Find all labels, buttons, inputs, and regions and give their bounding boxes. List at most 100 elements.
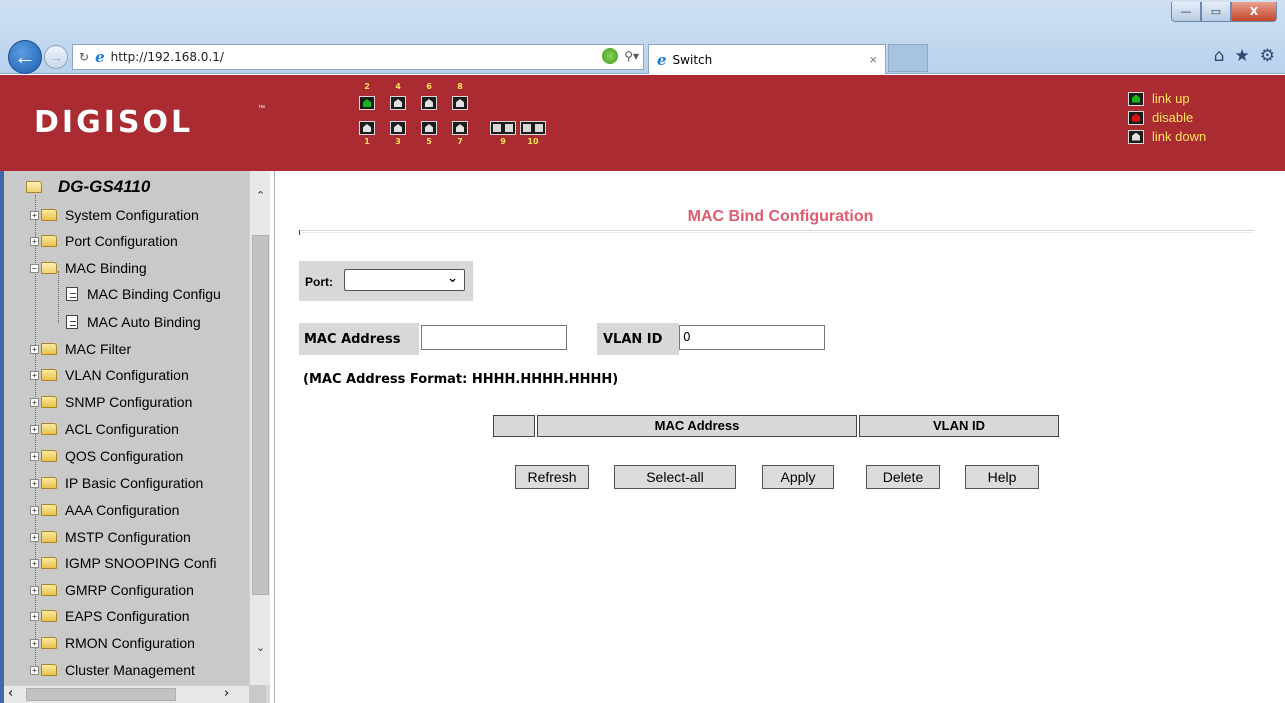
- expand-plus-icon[interactable]: +: [30, 451, 39, 461]
- back-button[interactable]: ←: [8, 40, 42, 74]
- expand-plus-icon[interactable]: +: [30, 505, 39, 515]
- port-number: 10: [527, 137, 539, 146]
- disable-icon: [1128, 110, 1144, 125]
- expand-plus-icon[interactable]: +: [30, 370, 39, 380]
- favorites-star-icon[interactable]: ★: [1235, 46, 1250, 66]
- sidebar-item-port-configuration[interactable]: + Port Configuration: [30, 232, 178, 250]
- collapse-minus-icon[interactable]: −: [30, 263, 39, 273]
- legend-link-down: link down: [1128, 129, 1206, 144]
- expand-plus-icon[interactable]: +: [30, 611, 39, 621]
- port-1-icon[interactable]: [359, 121, 375, 135]
- scrollbar-thumb[interactable]: [252, 235, 269, 595]
- address-bar[interactable]: ↻ e http://192.168.0.1/ ⚲▾: [72, 44, 644, 70]
- folder-icon: [41, 477, 57, 489]
- tab-close-icon[interactable]: ×: [869, 52, 877, 67]
- mac-address-label-box: MAC Address: [299, 323, 419, 355]
- sidebar-item-mac-filter[interactable]: + MAC Filter: [30, 340, 131, 358]
- port-10-icon[interactable]: [520, 121, 546, 135]
- table-header-vlan-id: VLAN ID: [859, 415, 1059, 437]
- port-number: 5: [426, 137, 432, 146]
- expand-plus-icon[interactable]: +: [30, 638, 39, 648]
- address-bar-actions: ⚲▾: [602, 48, 639, 64]
- refresh-button[interactable]: Refresh: [515, 465, 589, 489]
- delete-button[interactable]: Delete: [866, 465, 940, 489]
- expand-plus-icon[interactable]: +: [30, 236, 39, 246]
- vlan-id-input[interactable]: 0: [679, 325, 825, 350]
- expand-plus-icon[interactable]: +: [30, 210, 39, 220]
- sidebar-item-rmon-configuration[interactable]: + RMON Configuration: [30, 634, 195, 652]
- port-select[interactable]: ⌄: [344, 269, 465, 291]
- sidebar-item-aaa-configuration[interactable]: + AAA Configuration: [30, 501, 179, 519]
- apply-button[interactable]: Apply: [762, 465, 834, 489]
- main-content: MAC Bind Configuration Port: ⌄ MAC Addre…: [274, 171, 1285, 703]
- restore-button[interactable]: ▭: [1201, 2, 1231, 22]
- expand-plus-icon[interactable]: +: [30, 585, 39, 595]
- url-text[interactable]: http://192.168.0.1/: [111, 50, 224, 64]
- sidebar-item-gmrp-configuration[interactable]: + GMRP Configuration: [30, 581, 194, 599]
- port-9-icon[interactable]: [490, 121, 516, 135]
- sidebar-item-snmp-configuration[interactable]: + SNMP Configuration: [30, 393, 192, 411]
- scroll-right-icon[interactable]: ›: [224, 686, 229, 701]
- vlan-id-label: VLAN ID: [603, 332, 663, 347]
- expand-plus-icon[interactable]: +: [30, 478, 39, 488]
- link-up-icon: [1128, 91, 1144, 106]
- title-divider: [299, 230, 1254, 233]
- sidebar-item-mac-binding[interactable]: − MAC Binding: [30, 259, 147, 277]
- tab-switch[interactable]: e Switch ×: [648, 44, 886, 74]
- port-4-icon[interactable]: [390, 96, 406, 110]
- settings-gear-icon[interactable]: ⚙: [1260, 46, 1275, 66]
- expand-plus-icon[interactable]: +: [30, 424, 39, 434]
- close-button[interactable]: X: [1231, 2, 1277, 22]
- port-2-icon[interactable]: [359, 96, 375, 110]
- home-icon[interactable]: ⌂: [1214, 46, 1225, 66]
- sidebar-item-vlan-configuration[interactable]: + VLAN Configuration: [30, 366, 189, 384]
- sidebar-item-mstp-configuration[interactable]: + MSTP Configuration: [30, 528, 191, 546]
- port-7-icon[interactable]: [452, 121, 468, 135]
- scrollbar-thumb[interactable]: [26, 688, 176, 701]
- select-all-button[interactable]: Select-all: [614, 465, 736, 489]
- window-controls: — ▭ X: [1171, 2, 1277, 22]
- sidebar-item-cluster-management[interactable]: + Cluster Management: [30, 661, 195, 679]
- sidebar-item-mac-auto-binding[interactable]: MAC Auto Binding: [66, 313, 201, 331]
- page-icon: [66, 287, 78, 301]
- sidebar-item-qos-configuration[interactable]: + QOS Configuration: [30, 447, 183, 465]
- scroll-down-icon[interactable]: ⌄: [250, 641, 271, 659]
- scroll-left-icon[interactable]: ‹: [8, 686, 13, 701]
- expand-plus-icon[interactable]: +: [30, 558, 39, 568]
- expand-plus-icon[interactable]: +: [30, 665, 39, 675]
- brand-logo: DIGISOL: [34, 105, 194, 140]
- ie-logo-icon: e: [95, 48, 105, 66]
- port-8-icon[interactable]: [452, 96, 468, 110]
- forward-button[interactable]: →: [44, 45, 68, 69]
- minimize-button[interactable]: —: [1171, 2, 1201, 22]
- port-5-icon[interactable]: [421, 121, 437, 135]
- link-down-icon: [1128, 129, 1144, 144]
- vlan-id-label-box: VLAN ID: [597, 323, 679, 355]
- new-tab-button[interactable]: [888, 44, 928, 72]
- scroll-up-icon[interactable]: ⌃: [250, 189, 271, 207]
- expand-plus-icon[interactable]: +: [30, 344, 39, 354]
- chevron-down-icon: ⌄: [447, 271, 458, 286]
- help-button[interactable]: Help: [965, 465, 1039, 489]
- sidebar-item-system-configuration[interactable]: + System Configuration: [30, 206, 199, 224]
- sidebar-item-ip-basic-configuration[interactable]: + IP Basic Configuration: [30, 474, 203, 492]
- sidebar-horizontal-scrollbar[interactable]: ‹ ›: [4, 685, 249, 703]
- compatibility-icon[interactable]: [602, 48, 619, 64]
- port-6-icon[interactable]: [421, 96, 437, 110]
- frame-border: [0, 171, 4, 703]
- refresh-icon[interactable]: ↻: [79, 50, 89, 64]
- mac-address-input[interactable]: [421, 325, 567, 350]
- search-icon[interactable]: ⚲▾: [624, 49, 639, 63]
- port-number: 2: [364, 82, 370, 91]
- sidebar-item-eaps-configuration[interactable]: + EAPS Configuration: [30, 607, 190, 625]
- table-header-select: [493, 415, 535, 437]
- sidebar-item-igmp-snooping-configuration[interactable]: + IGMP SNOOPING Confi: [30, 554, 216, 572]
- sidebar-item-acl-configuration[interactable]: + ACL Configuration: [30, 420, 179, 438]
- tree-root[interactable]: DG-GS4110: [26, 177, 150, 197]
- expand-plus-icon[interactable]: +: [30, 532, 39, 542]
- port-3-icon[interactable]: [390, 121, 406, 135]
- sidebar-item-mac-binding-configuration[interactable]: MAC Binding Configu: [66, 285, 221, 303]
- folder-icon: [41, 664, 57, 676]
- sidebar-vertical-scrollbar[interactable]: ⌃ ⌄: [249, 171, 270, 685]
- expand-plus-icon[interactable]: +: [30, 397, 39, 407]
